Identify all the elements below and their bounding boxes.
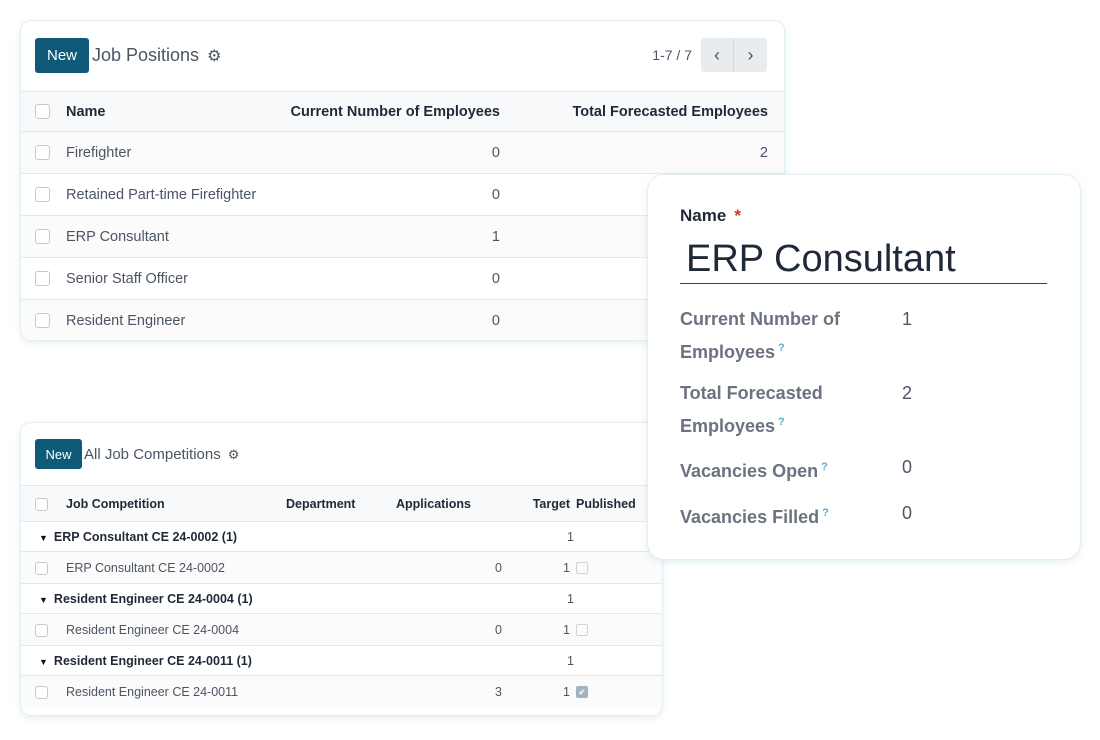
group-target: 1 [506,521,662,552]
group-label: ERP Consultant CE 24-0002 (1) [53,529,238,544]
name-label-text: Name [680,206,727,225]
job-competitions-list: New All Job Competitions ⚙ Job Competiti… [21,423,662,715]
next-page-button[interactable]: › [734,38,767,72]
forecasted-employees: 2 [516,131,784,174]
column-department[interactable]: Department [286,485,396,522]
applications: 0 [396,551,506,584]
department [286,551,396,584]
field-current-employees: Current Number of Employees? 1 [680,305,1050,367]
group-target: 1 [506,645,662,676]
job-name[interactable]: Retained Part-time Firefighter [66,173,286,216]
field-value: 1 [902,309,913,329]
job-name[interactable]: Senior Staff Officer [66,257,286,300]
target: 1 [506,675,576,708]
field-forecasted-employees: Total Forecasted Employees? 2 [680,379,1050,441]
applications: 3 [396,675,506,708]
job-competitions-title: All Job Competitions ⚙ [84,446,239,463]
name-input[interactable]: ERP Consultant [680,235,1047,284]
row-checkbox[interactable] [35,623,48,637]
field-vacancies-open: Vacancies Open? 0 [680,453,1050,486]
column-target[interactable]: Target [506,485,576,522]
group-target: 1 [506,583,662,614]
department [286,675,396,708]
pager-buttons: ‹ › [701,38,767,72]
field-value: 2 [902,383,913,403]
group-row[interactable]: ▼ ERP Consultant CE 24-0002 (1) 1 [21,521,662,552]
previous-page-button[interactable]: ‹ [701,38,734,72]
column-current-employees[interactable]: Current Number of Employees [286,91,516,132]
row-checkbox[interactable] [35,187,50,203]
table-row[interactable]: Resident Engineer CE 24-0011 3 1 ✔ [21,675,662,708]
table-row[interactable]: Firefighter 0 2 [21,131,784,174]
row-checkbox[interactable] [35,271,50,287]
new-job-competition-button[interactable]: New [35,439,82,469]
row-checkbox[interactable] [35,229,50,245]
help-icon[interactable]: ? [778,416,785,428]
group-row[interactable]: ▼ Resident Engineer CE 24-0011 (1) 1 [21,645,662,676]
table-header: Name Current Number of Employees Total F… [21,91,784,132]
published-checkbox-checked[interactable]: ✔ [576,686,588,699]
competition-name[interactable]: Resident Engineer CE 24-0004 [66,613,286,646]
field-label: Vacancies Open [680,461,819,481]
gear-icon[interactable]: ⚙ [207,46,221,66]
column-forecasted-employees[interactable]: Total Forecasted Employees [516,91,784,132]
current-employees: 0 [286,173,516,216]
select-all-checkbox[interactable] [35,497,48,511]
department [286,613,396,646]
job-competitions-table: Job Competition Department Applications … [21,485,662,708]
list-title: Job Positions [92,45,200,65]
chevron-left-icon: ‹ [714,44,720,65]
list-title: All Job Competitions [84,446,221,463]
group-label: Resident Engineer CE 24-0004 (1) [53,591,253,606]
pager-value[interactable]: 1-7 / 7 [652,47,692,63]
current-employees: 1 [286,215,516,258]
job-positions-title: Job Positions ⚙ [92,45,221,66]
current-employees: 0 [286,131,516,174]
published-checkbox[interactable] [576,562,588,575]
current-employees: 0 [286,257,516,300]
caret-down-icon[interactable]: ▼ [39,657,48,667]
group-row[interactable]: ▼ Resident Engineer CE 24-0004 (1) 1 [21,583,662,614]
job-name[interactable]: ERP Consultant [66,215,286,258]
gear-icon[interactable]: ⚙ [228,447,240,463]
group-label: Resident Engineer CE 24-0011 (1) [53,653,252,668]
competition-name[interactable]: Resident Engineer CE 24-0011 [66,675,286,708]
select-all-checkbox[interactable] [35,104,50,120]
field-value: 0 [902,457,913,477]
table-row[interactable]: ERP Consultant CE 24-0002 0 1 [21,551,662,584]
new-job-position-button[interactable]: New [35,38,89,73]
field-label: Vacancies Filled [680,507,820,527]
row-checkbox[interactable] [35,685,48,699]
job-name[interactable]: Resident Engineer [66,299,286,340]
field-vacancies-filled: Vacancies Filled? 0 [680,499,1050,532]
column-name[interactable]: Name [66,91,286,132]
current-employees: 0 [286,299,516,340]
table-header: Job Competition Department Applications … [21,485,662,522]
column-job-competition[interactable]: Job Competition [66,485,286,522]
competition-name[interactable]: ERP Consultant CE 24-0002 [66,551,286,584]
table-row[interactable]: Resident Engineer CE 24-0004 0 1 [21,613,662,646]
help-icon[interactable]: ? [778,342,785,354]
column-applications[interactable]: Applications [396,485,506,522]
row-checkbox[interactable] [35,313,50,329]
field-label: Total Forecasted Employees [680,383,823,436]
caret-down-icon[interactable]: ▼ [39,595,48,605]
required-indicator: * [734,206,741,225]
job-name[interactable]: Firefighter [66,131,286,174]
chevron-right-icon: › [747,44,754,65]
help-icon[interactable]: ? [822,507,829,519]
row-checkbox[interactable] [35,145,50,161]
target: 1 [506,613,576,646]
row-checkbox[interactable] [35,561,48,575]
help-icon[interactable]: ? [821,461,828,473]
name-field-label: Name * [680,206,741,226]
field-label: Current Number of Employees [680,309,841,362]
caret-down-icon[interactable]: ▼ [39,533,48,543]
published-checkbox[interactable] [576,624,588,637]
field-value: 0 [902,503,913,523]
target: 1 [506,551,576,584]
job-position-form: Name * ERP Consultant Current Number of … [648,175,1080,559]
applications: 0 [396,613,506,646]
